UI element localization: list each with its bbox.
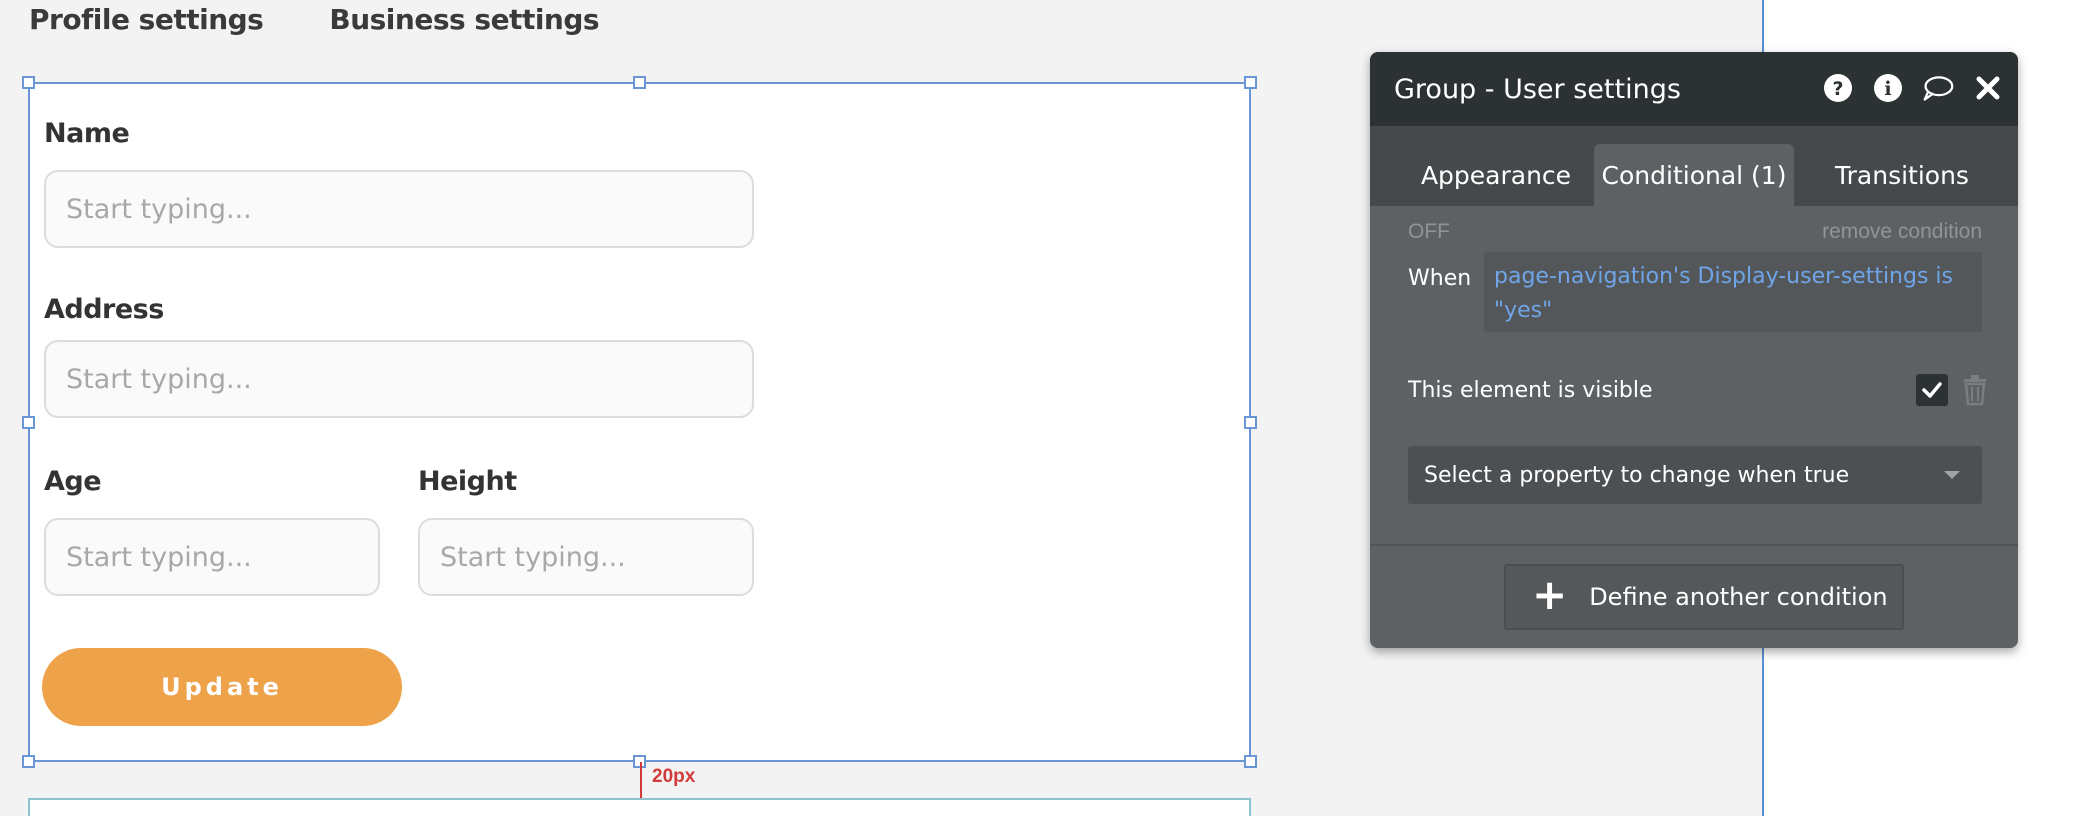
panel-tab-bar: Appearance Conditional (1) Transitions <box>1370 126 2018 206</box>
condition-off-toggle[interactable]: OFF <box>1408 220 1450 244</box>
svg-text:?: ? <box>1832 78 1843 100</box>
age-input[interactable] <box>44 518 380 596</box>
info-icon[interactable]: i <box>1872 72 1904 104</box>
resize-handle-middle-left[interactable] <box>22 416 35 429</box>
panel-header[interactable]: Group - User settings ? i <box>1370 52 2018 126</box>
address-input[interactable] <box>44 340 754 418</box>
tab-conditional[interactable]: Conditional (1) <box>1594 144 1794 206</box>
panel-divider <box>1370 544 2018 546</box>
svg-text:i: i <box>1884 78 1891 100</box>
name-label: Name <box>44 118 130 149</box>
resize-handle-middle-right[interactable] <box>1244 416 1257 429</box>
remove-condition-link[interactable]: remove condition <box>1822 220 1982 244</box>
update-button[interactable]: Update <box>42 648 402 726</box>
close-icon[interactable] <box>1972 72 2004 104</box>
define-button-label: Define another condition <box>1589 583 1888 611</box>
height-label: Height <box>418 466 517 497</box>
panel-icon-group: ? i <box>1822 72 2004 104</box>
define-another-condition-button[interactable]: + Define another condition <box>1504 564 1904 630</box>
tab-profile-settings[interactable]: Profile settings <box>29 3 264 36</box>
resize-handle-top-left[interactable] <box>22 76 35 89</box>
visible-checkbox[interactable] <box>1916 374 1948 406</box>
property-select-placeholder: Select a property to change when true <box>1424 462 1850 488</box>
comment-icon[interactable] <box>1922 72 1954 104</box>
resize-handle-bottom-left[interactable] <box>22 755 35 768</box>
property-editor-panel: Group - User settings ? i Appearance Con… <box>1370 52 2018 648</box>
tab-transitions[interactable]: Transitions <box>1802 144 2002 206</box>
lower-group[interactable] <box>28 798 1251 816</box>
spacing-label: 20px <box>652 766 696 787</box>
condition-expression-field[interactable]: page-navigation's Display-user-settings … <box>1484 252 1982 332</box>
visible-property-label: This element is visible <box>1408 378 1653 403</box>
checkmark-icon <box>1922 382 1942 398</box>
trash-icon[interactable] <box>1962 374 1988 406</box>
name-input[interactable] <box>44 170 754 248</box>
when-label: When <box>1408 266 1472 291</box>
chevron-down-icon <box>1944 471 1960 479</box>
top-tab-bar: Profile settings Business settings <box>29 0 600 38</box>
address-label: Address <box>44 294 164 325</box>
spacing-marker <box>640 762 642 800</box>
tab-appearance[interactable]: Appearance <box>1396 144 1596 206</box>
resize-handle-bottom-right[interactable] <box>1244 755 1257 768</box>
help-icon[interactable]: ? <box>1822 72 1854 104</box>
tab-business-settings[interactable]: Business settings <box>329 3 599 36</box>
age-label: Age <box>44 466 102 497</box>
height-input[interactable] <box>418 518 754 596</box>
panel-title: Group - User settings <box>1394 73 1681 105</box>
plus-icon: + <box>1532 570 1568 619</box>
resize-handle-top-right[interactable] <box>1244 76 1257 89</box>
resize-handle-top-center[interactable] <box>633 76 646 89</box>
property-select[interactable]: Select a property to change when true <box>1408 446 1982 504</box>
